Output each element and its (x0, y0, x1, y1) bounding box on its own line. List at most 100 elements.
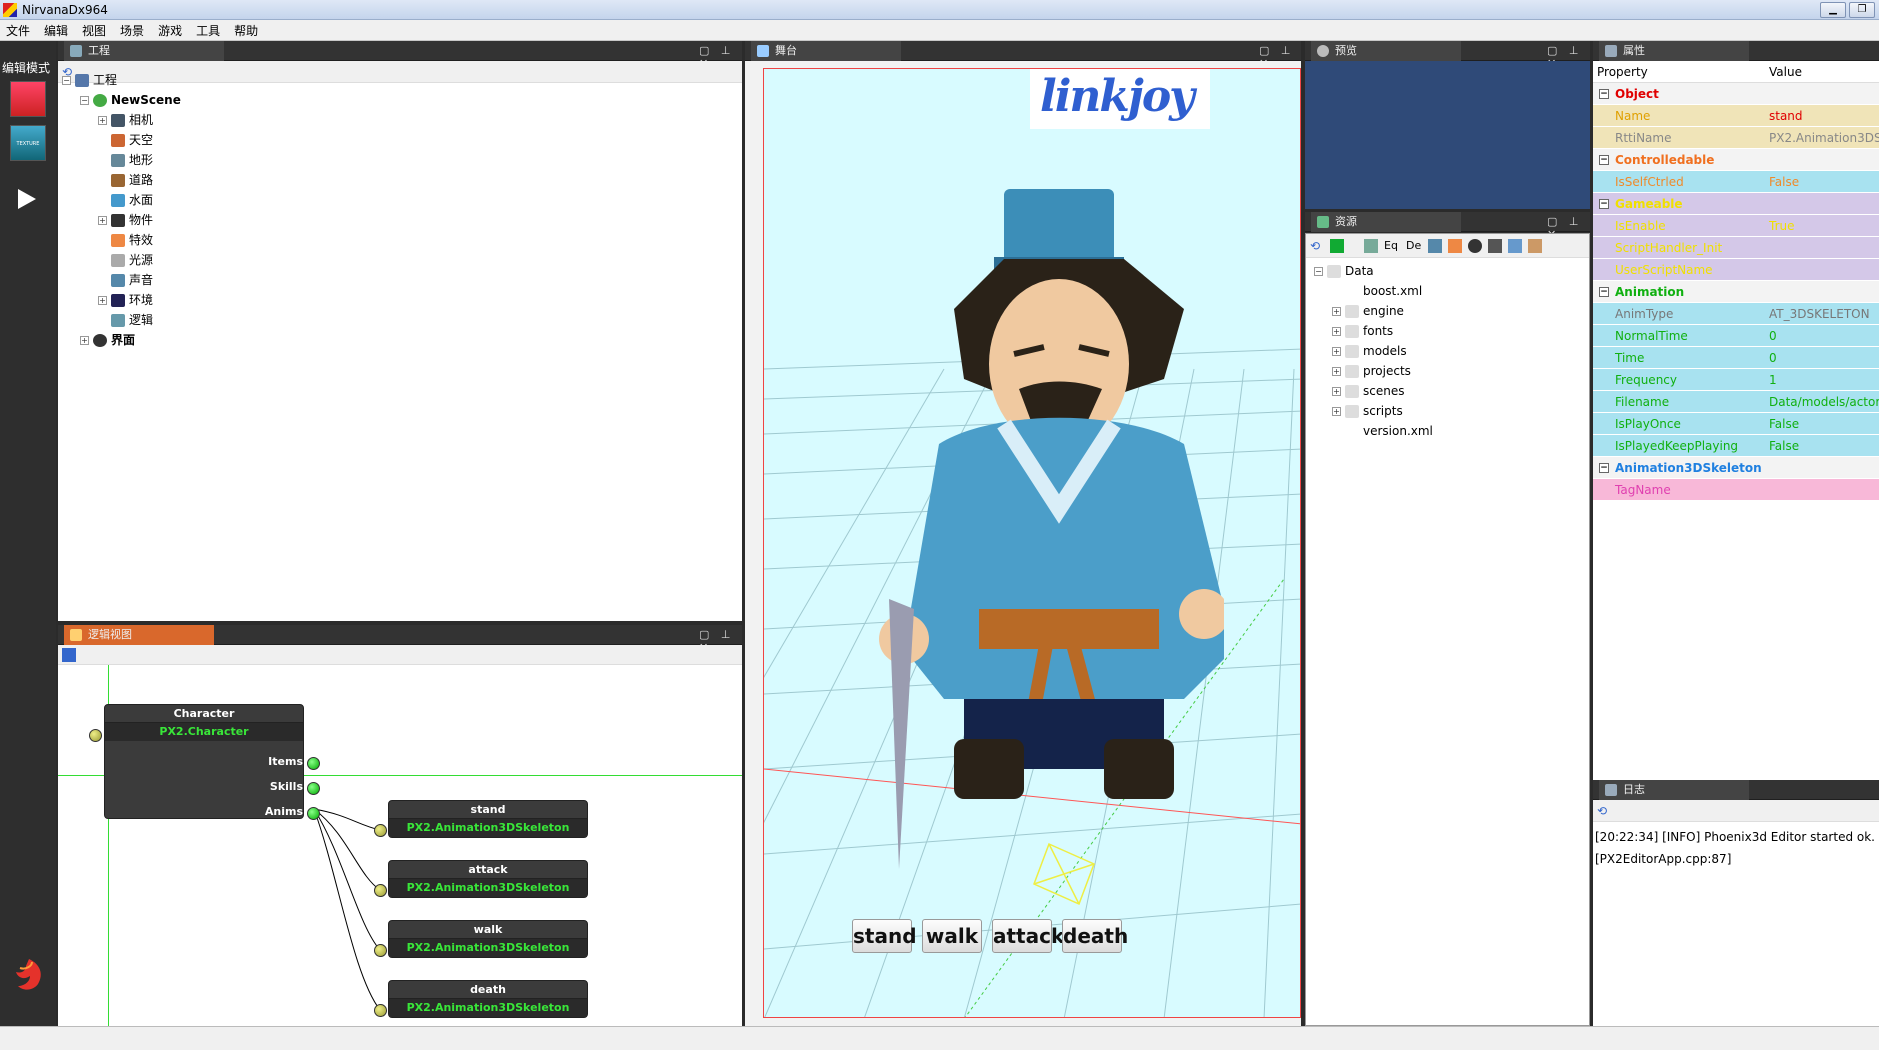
expand-icon[interactable]: + (1332, 327, 1341, 336)
property-row[interactable]: IsSelfCtrled False (1593, 171, 1879, 193)
edit-mode-button[interactable] (10, 81, 46, 117)
maximize-button[interactable]: ❐ (1849, 2, 1875, 18)
grid-icon[interactable] (1364, 239, 1378, 253)
resource-file[interactable]: version.xml (1332, 422, 1433, 440)
collapse-icon[interactable]: − (80, 96, 89, 105)
tree-item-project[interactable]: − 工程 (62, 71, 117, 89)
property-row[interactable]: Frequency 1 (1593, 369, 1879, 391)
de-button[interactable]: De (1406, 239, 1421, 252)
expand-icon[interactable]: + (1332, 367, 1341, 376)
expand-icon[interactable]: + (98, 216, 107, 225)
attack-button[interactable]: attack (992, 919, 1064, 953)
property-section[interactable]: − Animation3DSkeleton (1593, 457, 1879, 479)
tab-stage[interactable]: 舞台 (751, 41, 901, 61)
menu-scene[interactable]: 场景 (120, 22, 144, 39)
tree-item-child[interactable]: 逻辑 (98, 311, 153, 329)
property-row[interactable]: ScriptHandler_Init (1593, 237, 1879, 259)
resource-folder[interactable]: + fonts (1332, 322, 1393, 340)
death-port[interactable] (374, 1004, 387, 1017)
green-square-icon[interactable] (1330, 239, 1344, 253)
expand-icon[interactable]: + (98, 296, 107, 305)
image-icon[interactable] (1428, 239, 1442, 253)
property-row[interactable]: Filename Data/models/actor (1593, 391, 1879, 413)
picture-icon[interactable] (1528, 239, 1542, 253)
refresh-icon[interactable]: ⟲ (1310, 239, 1324, 253)
play-icon[interactable] (16, 187, 38, 211)
anim-node-death[interactable]: death PX2.Animation3DSkeleton (388, 980, 588, 1018)
collapse-icon[interactable]: − (1599, 199, 1609, 209)
property-row[interactable]: AnimType AT_3DSKELETON (1593, 303, 1879, 325)
expand-icon[interactable]: + (1332, 347, 1341, 356)
tree-item-child[interactable]: 地形 (98, 151, 153, 169)
tree-item-child[interactable]: + 环境 (98, 291, 153, 309)
tree-item-child[interactable]: 特效 (98, 231, 153, 249)
resource-folder[interactable]: + scripts (1332, 402, 1403, 420)
expand-icon[interactable]: + (1332, 387, 1341, 396)
sound-icon[interactable] (1508, 239, 1522, 253)
property-row[interactable]: Time 0 (1593, 347, 1879, 369)
tree-item-child[interactable]: 水面 (98, 191, 153, 209)
property-row[interactable]: IsPlayOnce False (1593, 413, 1879, 435)
collapse-icon[interactable]: − (1599, 287, 1609, 297)
anims-port[interactable] (307, 807, 320, 820)
items-port[interactable] (307, 757, 320, 770)
resource-file[interactable]: boost.xml (1332, 282, 1422, 300)
stand-port[interactable] (374, 824, 387, 837)
property-row[interactable]: RttiName PX2.Animation3DS (1593, 127, 1879, 149)
character-node[interactable]: Character PX2.Character Items Skills Ani… (104, 704, 304, 819)
property-row[interactable]: NormalTime 0 (1593, 325, 1879, 347)
tree-item-ui[interactable]: + 界面 (80, 331, 135, 349)
expand-icon[interactable]: + (1332, 407, 1341, 416)
collapse-icon[interactable]: − (1599, 155, 1609, 165)
tab-project[interactable]: 工程 (64, 41, 224, 61)
eq-button[interactable]: Eq (1384, 239, 1398, 252)
menu-game[interactable]: 游戏 (158, 22, 182, 39)
texture-mode-button[interactable]: TEXTURE (10, 125, 46, 161)
walk-port[interactable] (374, 944, 387, 957)
expand-icon[interactable]: + (80, 336, 89, 345)
tree-item-scene[interactable]: − NewScene (80, 91, 181, 109)
tab-property[interactable]: 属性 (1599, 41, 1749, 61)
tree-item-child[interactable]: 光源 (98, 251, 153, 269)
anim-node-attack[interactable]: attack PX2.Animation3DSkeleton (388, 860, 588, 898)
menu-tools[interactable]: 工具 (196, 22, 220, 39)
menu-file[interactable]: 文件 (6, 22, 30, 39)
tree-item-child[interactable]: 道路 (98, 171, 153, 189)
property-section[interactable]: − Controlledable (1593, 149, 1879, 171)
refresh-icon[interactable]: ⟲ (1597, 804, 1611, 818)
menu-help[interactable]: 帮助 (234, 22, 258, 39)
property-row[interactable]: UserScriptName (1593, 259, 1879, 281)
menu-view[interactable]: 视图 (82, 22, 106, 39)
tab-logic-view[interactable]: 逻辑视图 (64, 625, 214, 645)
expand-icon[interactable]: + (98, 116, 107, 125)
resource-folder[interactable]: + scenes (1332, 382, 1404, 400)
expand-icon[interactable]: + (1332, 307, 1341, 316)
property-section[interactable]: − Gameable (1593, 193, 1879, 215)
collapse-icon[interactable]: − (62, 76, 71, 85)
tree-item-child[interactable]: + 物件 (98, 211, 153, 229)
walk-button[interactable]: walk (922, 919, 982, 953)
collapse-icon[interactable]: − (1599, 463, 1609, 473)
sphere-icon[interactable] (1468, 239, 1482, 253)
property-row[interactable]: Name stand (1593, 105, 1879, 127)
property-section[interactable]: − Object (1593, 83, 1879, 105)
property-row[interactable]: TagName (1593, 479, 1879, 501)
skills-port[interactable] (307, 782, 320, 795)
stand-button[interactable]: stand (852, 919, 917, 953)
tab-preview[interactable]: 预览 (1311, 41, 1461, 61)
anim-node-walk[interactable]: walk PX2.Animation3DSkeleton (388, 920, 588, 958)
tab-log[interactable]: 日志 (1599, 780, 1749, 800)
tree-item-child[interactable]: 声音 (98, 271, 153, 289)
anim-node-stand[interactable]: stand PX2.Animation3DSkeleton (388, 800, 588, 838)
collapse-icon[interactable]: − (1599, 89, 1609, 99)
resource-folder[interactable]: + engine (1332, 302, 1404, 320)
person-icon[interactable] (1488, 239, 1502, 253)
menu-edit[interactable]: 编辑 (44, 22, 68, 39)
property-row[interactable]: IsEnable True (1593, 215, 1879, 237)
resource-root[interactable]: − Data (1314, 262, 1374, 280)
collapse-icon[interactable]: − (1314, 267, 1323, 276)
tab-resource[interactable]: 资源 (1311, 212, 1461, 232)
tree-item-child[interactable]: + 相机 (98, 111, 153, 129)
tree-item-child[interactable]: 天空 (98, 131, 153, 149)
scene-viewport[interactable]: linkjoy stand walk attack death (763, 68, 1301, 1018)
